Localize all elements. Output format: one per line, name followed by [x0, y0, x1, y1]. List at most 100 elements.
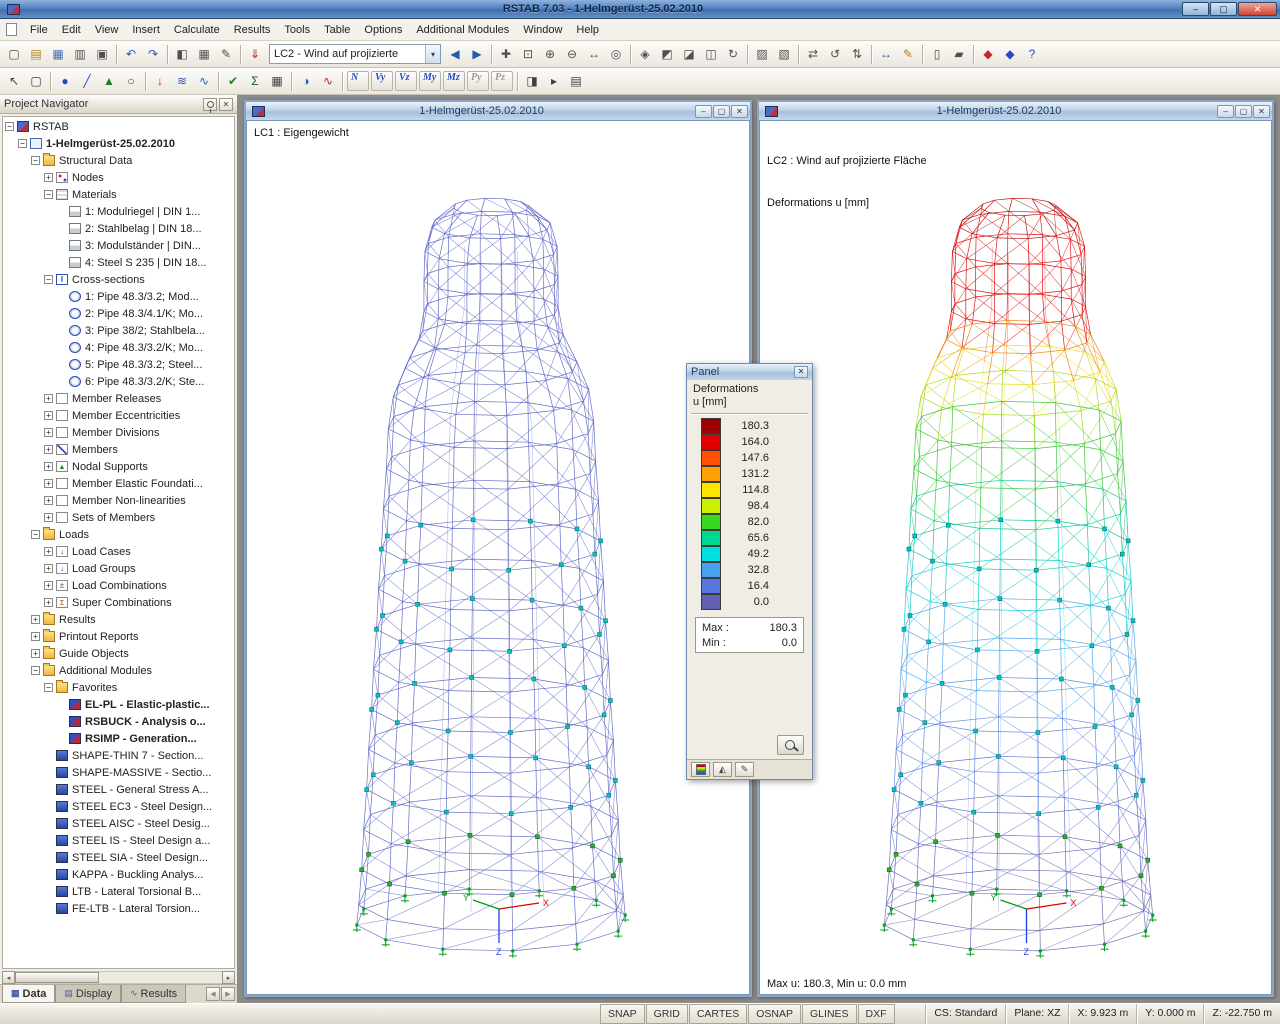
tree-item-steel-sia-steel-design[interactable]: STEEL SIA - Steel Design...: [3, 849, 234, 866]
tree-item-steel-is-steel-design-a[interactable]: STEEL IS - Steel Design a...: [3, 832, 234, 849]
expand-icon[interactable]: +: [44, 564, 53, 573]
pin-button[interactable]: [203, 98, 217, 111]
tree-item-favorites[interactable]: −Favorites: [3, 679, 234, 696]
expand-icon[interactable]: +: [44, 581, 53, 590]
result-pz-button[interactable]: Pz: [491, 71, 513, 91]
lc2-maximize-button[interactable]: ▢: [1235, 105, 1252, 118]
navigator-tab-results[interactable]: ∿Results: [121, 985, 186, 1003]
tables-toggle-icon[interactable]: ▦: [193, 43, 215, 65]
menu-item-results[interactable]: Results: [227, 21, 278, 39]
print-graphic-icon[interactable]: ▤: [565, 70, 587, 92]
navigator-tab-display[interactable]: ▤Display: [55, 985, 121, 1003]
expand-icon[interactable]: +: [44, 173, 53, 182]
deformation-model-lc2[interactable]: XYZ: [760, 121, 1272, 995]
new-load-icon[interactable]: ↓: [149, 70, 171, 92]
cascade-windows-icon[interactable]: ▰: [948, 43, 970, 65]
result-vy-button[interactable]: Vy: [371, 71, 393, 91]
tree-item-load-cases[interactable]: +Load Cases: [3, 543, 234, 560]
tree-item-1-pipe-48-3-3-2-mod[interactable]: 1: Pipe 48.3/3.2; Mod...: [3, 288, 234, 305]
new-support-icon[interactable]: ▲: [98, 70, 120, 92]
open-project-icon[interactable]: ▤: [25, 43, 47, 65]
select-pointer-icon[interactable]: ↖: [3, 70, 25, 92]
calculation-icon[interactable]: Σ: [244, 70, 266, 92]
tree-item-steel-ec3-steel-design[interactable]: STEEL EC3 - Steel Design...: [3, 798, 234, 815]
collapse-icon[interactable]: −: [31, 666, 40, 675]
tree-item-steel-general-stress-a[interactable]: STEEL - General Stress A...: [3, 781, 234, 798]
collapse-icon[interactable]: −: [18, 139, 27, 148]
new-node-icon[interactable]: ●: [54, 70, 76, 92]
expand-icon[interactable]: +: [31, 632, 40, 641]
select-region-icon[interactable]: ▢: [25, 70, 47, 92]
menu-item-insert[interactable]: Insert: [125, 21, 167, 39]
tree-item-cross-sections[interactable]: −Cross-sections: [3, 271, 234, 288]
statusbar-toggle-dxf[interactable]: DXF: [858, 1004, 895, 1024]
expand-icon[interactable]: +: [44, 394, 53, 403]
menu-item-window[interactable]: Window: [516, 21, 569, 39]
tree-item-member-eccentricities[interactable]: +Member Eccentricities: [3, 407, 234, 424]
animation-icon[interactable]: ▸: [543, 70, 565, 92]
panel-titlebar[interactable]: Panel ✕: [687, 364, 812, 380]
zoom-out-icon[interactable]: ⊖: [561, 43, 583, 65]
model-view-lc2[interactable]: XYZ LC2 : Wind auf projizierte Fläche De…: [759, 120, 1272, 995]
tree-item-structural-data[interactable]: −Structural Data: [3, 152, 234, 169]
redo-icon[interactable]: ↷: [142, 43, 164, 65]
tree-item-materials[interactable]: −Materials: [3, 186, 234, 203]
comment-icon[interactable]: ✎: [897, 43, 919, 65]
expand-icon[interactable]: +: [44, 513, 53, 522]
module-manager-icon[interactable]: ◆: [999, 43, 1021, 65]
member-release-icon[interactable]: ○: [120, 70, 142, 92]
load-case-icon[interactable]: ⇓: [244, 43, 266, 65]
menu-item-edit[interactable]: Edit: [55, 21, 88, 39]
expand-icon[interactable]: +: [44, 411, 53, 420]
tree-item-4-pipe-48-3-3-2-k-mo[interactable]: 4: Pipe 48.3/3.2/K; Mo...: [3, 339, 234, 356]
mirror-entities-icon[interactable]: ⇅: [846, 43, 868, 65]
menu-item-view[interactable]: View: [88, 21, 126, 39]
check-data-icon[interactable]: ✔: [222, 70, 244, 92]
expand-icon[interactable]: +: [44, 428, 53, 437]
tree-item-member-releases[interactable]: +Member Releases: [3, 390, 234, 407]
lc1-minimize-button[interactable]: –: [695, 105, 712, 118]
collapse-icon[interactable]: −: [44, 275, 53, 284]
tree-item-ltb-lateral-torsional-b[interactable]: LTB - Lateral Torsional B...: [3, 883, 234, 900]
view-in-z-icon[interactable]: ◫: [700, 43, 722, 65]
scroll-left-icon[interactable]: ◂: [2, 971, 15, 984]
expand-icon[interactable]: +: [44, 462, 53, 471]
xyz-coordinate-icon[interactable]: ✚: [495, 43, 517, 65]
tree-item-member-divisions[interactable]: +Member Divisions: [3, 424, 234, 441]
navigator-tab-data[interactable]: ▦Data: [2, 985, 55, 1003]
scroll-right-icon[interactable]: ▸: [222, 971, 235, 984]
chevron-down-icon[interactable]: ▾: [425, 45, 440, 63]
expand-icon[interactable]: +: [44, 598, 53, 607]
view-in-y-icon[interactable]: ◪: [678, 43, 700, 65]
calculator-icon[interactable]: ▦: [266, 70, 288, 92]
tab-next-icon[interactable]: ▶: [221, 987, 235, 1001]
wireframe-model-lc1[interactable]: XYZ: [247, 121, 750, 995]
tree-item-4-steel-s-235-din-18[interactable]: 4: Steel S 235 | DIN 18...: [3, 254, 234, 271]
tree-item-printout-reports[interactable]: +Printout Reports: [3, 628, 234, 645]
undo-icon[interactable]: ↶: [120, 43, 142, 65]
tree-item-rsimp-generation[interactable]: RSIMP - Generation...: [3, 730, 234, 747]
dimension-icon[interactable]: ↔: [875, 43, 897, 65]
maximize-button[interactable]: ▢: [1210, 2, 1237, 16]
table-edit-icon[interactable]: ✎: [215, 43, 237, 65]
lc1-maximize-button[interactable]: ▢: [713, 105, 730, 118]
tree-item-nodal-supports[interactable]: +Nodal Supports: [3, 458, 234, 475]
rendering-icon[interactable]: ▧: [773, 43, 795, 65]
collapse-icon[interactable]: −: [44, 190, 53, 199]
wind-load-icon[interactable]: ∿: [193, 70, 215, 92]
tree-item-rsbuck-analysis-o[interactable]: RSBUCK - Analysis o...: [3, 713, 234, 730]
project-navigator-toggle-icon[interactable]: ◧: [171, 43, 193, 65]
statusbar-toggle-grid[interactable]: GRID: [646, 1004, 688, 1024]
deformation-display-icon[interactable]: ∿: [317, 70, 339, 92]
lc2-window-titlebar[interactable]: 1-Helmgerüst-25.02.2010 – ▢ ✕: [759, 102, 1272, 120]
panel-close-button[interactable]: ✕: [794, 366, 808, 378]
panel-color-scale-tab[interactable]: [691, 762, 710, 777]
statusbar-toggle-cartes[interactable]: CARTES: [689, 1004, 747, 1024]
pan-icon[interactable]: ↔: [583, 43, 605, 65]
results-display-toggle-icon[interactable]: ◑: [295, 70, 317, 92]
next-load-case-icon[interactable]: ▶: [466, 43, 488, 65]
tree-item-el-pl-elastic-plastic[interactable]: EL-PL - Elastic-plastic...: [3, 696, 234, 713]
tree-item-kappa-buckling-analys[interactable]: KAPPA - Buckling Analys...: [3, 866, 234, 883]
navigator-horizontal-scrollbar[interactable]: ◂ ▸: [2, 971, 235, 984]
tree-item-fe-ltb-lateral-torsion[interactable]: FE-LTB - Lateral Torsion...: [3, 900, 234, 917]
